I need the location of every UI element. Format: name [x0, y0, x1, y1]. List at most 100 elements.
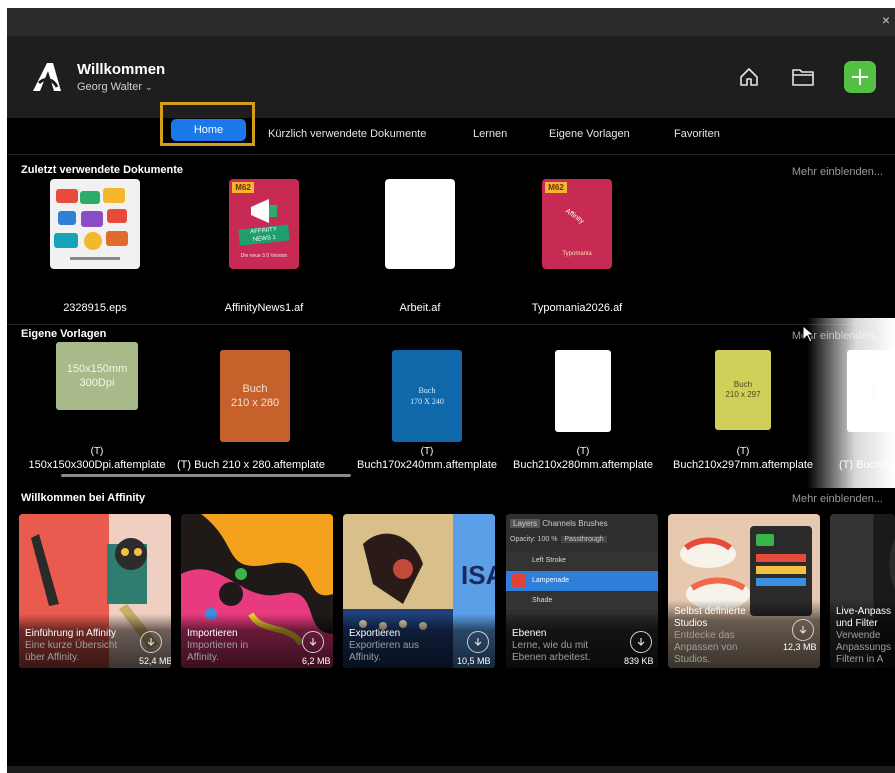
download-icon[interactable] — [302, 631, 324, 653]
doc-badge: M62 — [545, 182, 567, 193]
template-item[interactable]: Buch 210 x 297 (T) Buch210x297mm.aftempla… — [663, 342, 823, 472]
card-description: Eine kurze Übersicht über Affinity. — [25, 640, 118, 663]
horizontal-scrollbar[interactable] — [61, 474, 351, 477]
tab-recent-documents[interactable]: Kürzlich verwendete Dokumente — [268, 128, 426, 140]
new-document-button[interactable] — [844, 61, 876, 93]
card-size: 839 KB — [624, 656, 654, 666]
doc-thumb-text: AFFINITY NEWS 1 — [238, 224, 290, 246]
doc-thumbnail: M62 Affinity Typomania — [542, 179, 612, 269]
tutorial-card[interactable]: Einführung in Affinity Eine kurze Übersi… — [19, 514, 171, 668]
tutorial-card[interactable]: Importieren Importieren in Affinity. 6,2… — [181, 514, 333, 668]
template-thumbnail: 150x150mm 300Dpi — [56, 342, 138, 410]
card-description: Importieren in Affinity. — [187, 640, 249, 663]
doc-name: 2328915.eps — [63, 302, 127, 314]
doc-name: Typomania2026.af — [531, 302, 623, 314]
tab-favorites[interactable]: Favoriten — [674, 128, 720, 140]
open-folder-button[interactable] — [787, 61, 819, 93]
template-thumbnail: Buch 210 x 280 — [220, 350, 290, 442]
doc-badge: M62 — [232, 182, 254, 193]
doc-thumb-subtitle: Die neue 3.0 Version — [240, 253, 288, 259]
folder-icon — [792, 69, 814, 86]
card-description: Lerne, wie du mit Ebenen arbeitest. — [512, 640, 591, 663]
close-icon[interactable]: × — [879, 13, 893, 27]
template-item[interactable]: Buch 210 x 280 (T) Buch 210 x 280.aftempl… — [171, 342, 331, 472]
status-bar — [7, 766, 895, 773]
download-icon[interactable] — [792, 619, 814, 641]
section-title-templates: Eigene Vorlagen — [21, 328, 107, 340]
template-name: 150x150x300Dpi.aftemplate — [28, 459, 166, 471]
card-title: Exportieren — [349, 628, 401, 639]
layers-panel-art: Layers Channels Brushes Opacity: 100 % P… — [506, 514, 658, 614]
doc-name: AffinityNews1.af — [224, 302, 304, 314]
template-item[interactable]: 20.5 (T) BuchDe — [819, 342, 895, 472]
welcome-header: Willkommen Georg Walter ⌄ — [7, 36, 895, 118]
card-size: 52,4 MB — [139, 656, 171, 666]
tab-learn[interactable]: Lernen — [473, 128, 507, 140]
recent-doc[interactable]: M62 Affinity Typomania Typomania2026.af — [517, 179, 637, 314]
tab-own-templates[interactable]: Eigene Vorlagen — [549, 128, 630, 140]
card-description: Verwende Anpassungs Filtern in A — [836, 630, 892, 665]
card-size: 12,3 MB — [783, 642, 817, 652]
home-icon — [740, 68, 758, 86]
template-item[interactable]: 150x150mm 300Dpi (T) 150x150x300Dpi.aftem… — [17, 342, 177, 472]
tutorial-card[interactable]: ISA Exportieren Exportieren aus Affinity… — [343, 514, 495, 668]
doc-thumbnail — [50, 179, 140, 269]
template-thumbnail: Buch 170 X 240 — [392, 350, 462, 442]
speech-bubbles-art — [54, 188, 128, 260]
template-thumbnail — [555, 350, 611, 432]
tab-home[interactable]: Home — [171, 119, 246, 141]
tutorial-card[interactable]: Layers Channels Brushes Opacity: 100 % P… — [506, 514, 658, 668]
template-prefix: (T) — [90, 446, 104, 457]
tutorial-card[interactable]: Selbst definierte Studios Entdecke das A… — [668, 514, 820, 668]
card-title: Selbst definierte Studios — [674, 606, 746, 629]
template-thumbnail: 20.5 — [847, 350, 895, 432]
download-icon[interactable] — [140, 631, 162, 653]
card-description: Exportieren aus Affinity. — [349, 640, 420, 663]
template-name: (T) BuchDe — [839, 459, 895, 471]
recent-doc[interactable]: 2328915.eps — [35, 179, 155, 314]
section-title-learn: Willkommen bei Affinity — [21, 492, 146, 504]
card-description: Entdecke das Anpassen von Studios. — [674, 630, 738, 665]
recent-doc[interactable]: Arbeit.af — [360, 179, 480, 314]
chevron-down-icon: ⌄ — [145, 82, 153, 92]
svg-text:ISA: ISA — [461, 560, 495, 590]
doc-thumb-subtitle: Typomania — [562, 251, 592, 257]
card-size: 6,2 MB — [302, 656, 331, 666]
template-prefix: (T) — [576, 446, 590, 457]
mouse-cursor-icon — [802, 325, 814, 343]
more-recent-link[interactable]: Mehr einblenden... — [792, 166, 883, 178]
welcome-title: Willkommen — [77, 61, 166, 78]
divider — [7, 324, 895, 325]
tutorial-card[interactable]: Live-Anpass und Filter Verwende Anpassun… — [830, 514, 895, 668]
plus-icon — [852, 69, 868, 85]
main-tabs: Kürzlich verwendete Dokumente Lernen Eig… — [7, 118, 895, 154]
more-learn-link[interactable]: Mehr einblenden... — [792, 493, 883, 505]
download-icon[interactable] — [467, 631, 489, 653]
template-name: Buch170x240mm.aftemplate — [356, 459, 498, 471]
template-item[interactable]: Buch 170 X 240 (T) Buch170x240mm.aftempla… — [347, 342, 507, 472]
section-title-recent: Zuletzt verwendete Dokumente — [21, 164, 183, 176]
template-name: Buch210x280mm.aftemplate — [512, 459, 654, 471]
megaphone-icon — [251, 199, 277, 223]
affinity-welcome-window: × Willkommen Georg Walter ⌄ Kürzlich verw… — [7, 8, 895, 773]
home-button[interactable] — [733, 61, 765, 93]
doc-thumb-text: Affinity — [563, 207, 586, 226]
title-bar: × — [7, 8, 895, 36]
user-name: Georg Walter — [77, 81, 143, 93]
card-title: Importieren — [187, 628, 238, 639]
card-title: Ebenen — [512, 628, 547, 639]
recent-doc[interactable]: M62 AFFINITY NEWS 1 Die neue 3.0 Version … — [204, 179, 324, 314]
card-title: Einführung in Affinity — [25, 628, 116, 639]
template-item[interactable]: (T) Buch210x280mm.aftemplate — [503, 342, 663, 472]
doc-name: Arbeit.af — [399, 302, 441, 314]
divider — [7, 154, 895, 155]
template-thumbnail: Buch 210 x 297 — [715, 350, 771, 430]
user-menu[interactable]: Georg Walter ⌄ — [77, 81, 153, 93]
affinity-logo-icon — [33, 63, 61, 91]
download-icon[interactable] — [630, 631, 652, 653]
template-prefix: (T) — [736, 446, 750, 457]
card-title: Live-Anpass und Filter — [836, 606, 892, 629]
doc-thumbnail: M62 AFFINITY NEWS 1 Die neue 3.0 Version — [229, 179, 299, 269]
template-name: (T) Buch 210 x 280.aftemplate — [177, 459, 325, 471]
template-name: Buch210x297mm.aftemplate — [672, 459, 814, 471]
